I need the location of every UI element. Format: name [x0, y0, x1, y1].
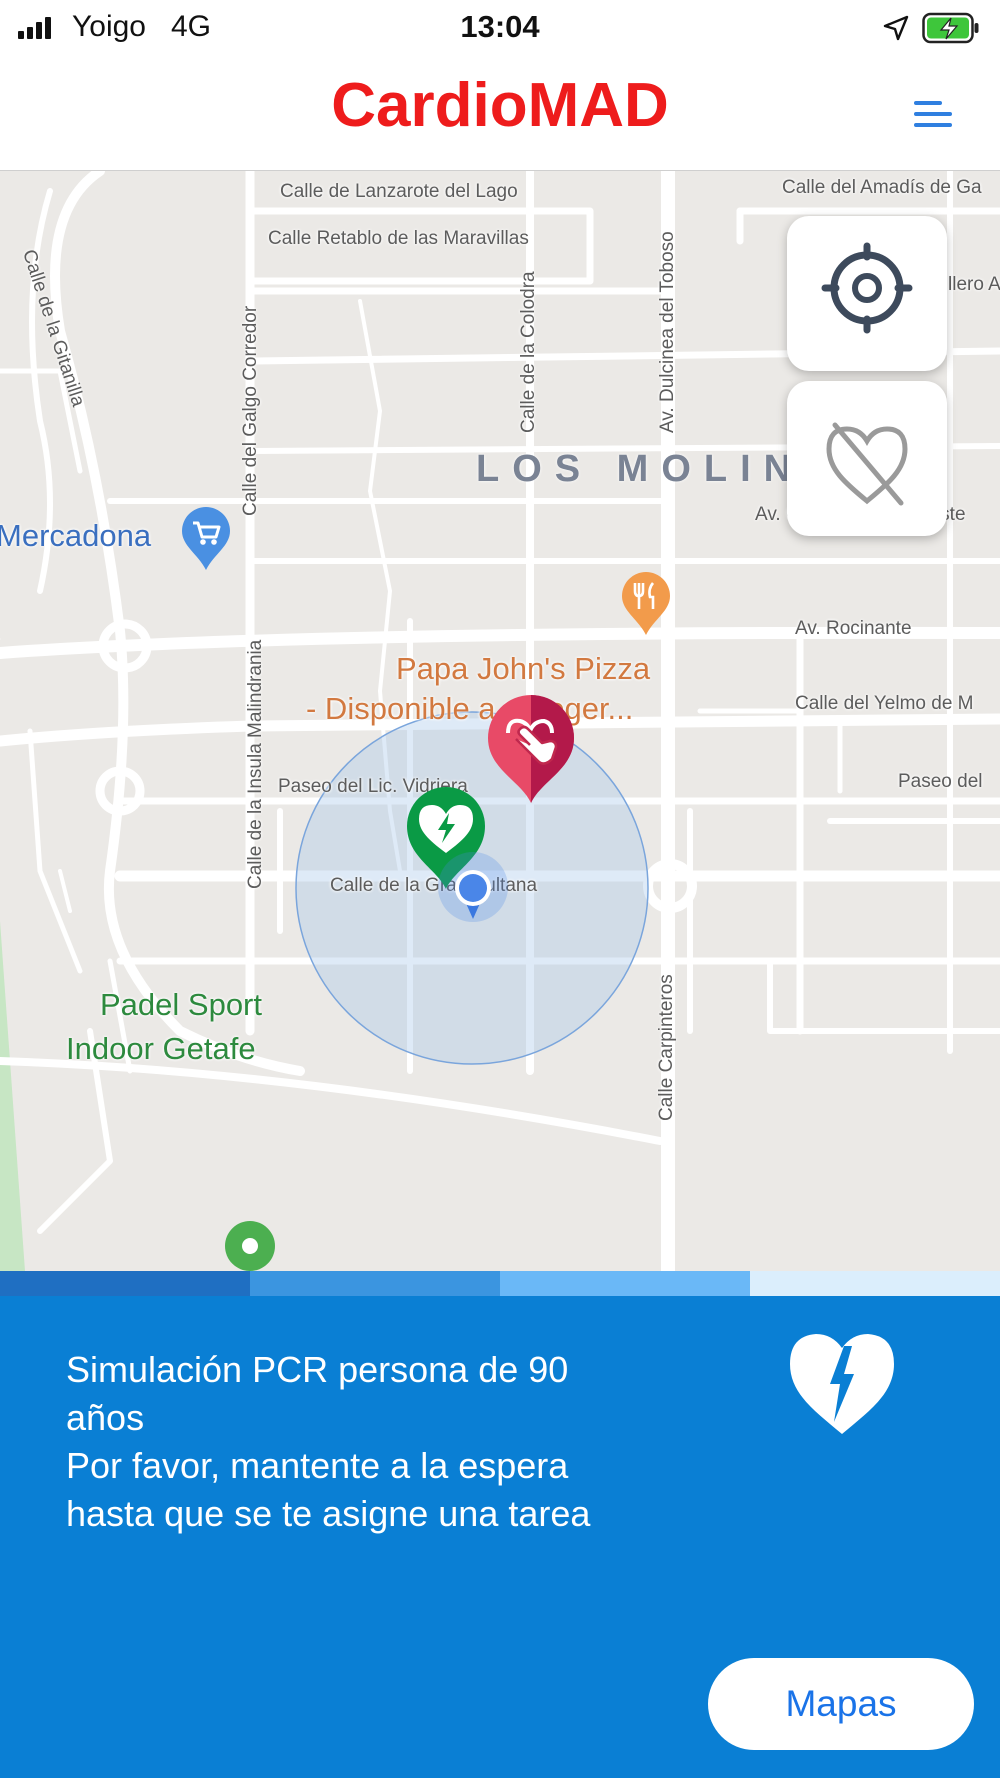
app-title: CardioMAD	[331, 71, 669, 140]
battery-charging-icon	[922, 12, 979, 44]
shopping-cart-pin-icon[interactable]	[180, 506, 232, 572]
poi-pizza-subtitle: - Disponible a recoger...	[306, 691, 634, 726]
maps-button[interactable]: Mapas	[708, 1658, 974, 1750]
hamburger-menu-icon[interactable]	[906, 91, 956, 137]
street-label: Calle Retablo de las Maravillas	[268, 228, 529, 249]
map-view[interactable]: Calle de Lanzarote del Lago Calle Retabl…	[0, 171, 1000, 1271]
street-label: Calle del Amadís de Ga	[782, 177, 982, 198]
alert-message-line: Por favor, mantente a la espera	[66, 1445, 569, 1486]
progress-bar	[0, 1271, 1000, 1296]
poi-pizza-label[interactable]: Papa John's Pizza	[396, 651, 650, 687]
street-label: Av. Dulcinea del Toboso	[657, 231, 678, 433]
street-label: Calle del Galgo Corredor	[240, 305, 261, 516]
toggle-dea-button[interactable]	[787, 381, 947, 536]
street-label: Paseo del	[898, 771, 983, 792]
street-label: Av. Rocinante	[795, 618, 912, 639]
poi-padel-label[interactable]: Padel Sport	[100, 983, 262, 1027]
street-label: Calle de Lanzarote del Lago	[280, 181, 518, 202]
alert-message-line: años	[66, 1397, 145, 1438]
street-label: Calle de la Insula Malindrania	[245, 639, 266, 889]
crosshair-locate-icon	[821, 242, 913, 334]
restaurant-pin-icon[interactable]	[620, 571, 672, 637]
alert-panel: Simulación PCR persona de 90 años Por fa…	[0, 1296, 1000, 1778]
status-time: 13:04	[460, 9, 540, 44]
progress-segment	[0, 1271, 250, 1296]
location-arrow-icon	[883, 15, 909, 41]
app-header: CardioMAD	[0, 56, 1000, 171]
green-place-pin-icon[interactable]	[223, 1219, 277, 1271]
poi-padel-subtitle: Indoor Getafe	[66, 1031, 256, 1066]
progress-segment	[250, 1271, 500, 1296]
heart-off-icon	[826, 422, 908, 506]
helping-hand-heart-pin-icon[interactable]	[486, 695, 576, 805]
street-label: Calle de la Colodra	[518, 271, 539, 433]
user-location-dot-icon	[438, 852, 508, 922]
status-bar: Yoigo 4G 13:04	[0, 0, 1000, 56]
heart-lightning-icon	[790, 1334, 894, 1434]
street-label: llero A	[948, 274, 1000, 295]
alert-message-line: Simulación PCR persona de 90	[66, 1349, 569, 1390]
alert-message-line: hasta que se te asigne una tarea	[66, 1493, 591, 1534]
progress-segment	[500, 1271, 750, 1296]
street-label: Calle del Yelmo de M	[795, 693, 974, 714]
locate-me-button[interactable]	[787, 216, 947, 371]
poi-mercadona-label[interactable]: Mercadona	[0, 518, 151, 554]
alert-message: Simulación PCR persona de 90 años Por fa…	[66, 1346, 706, 1538]
street-label: Calle Carpinteros	[656, 974, 677, 1121]
progress-segment	[750, 1271, 1000, 1296]
